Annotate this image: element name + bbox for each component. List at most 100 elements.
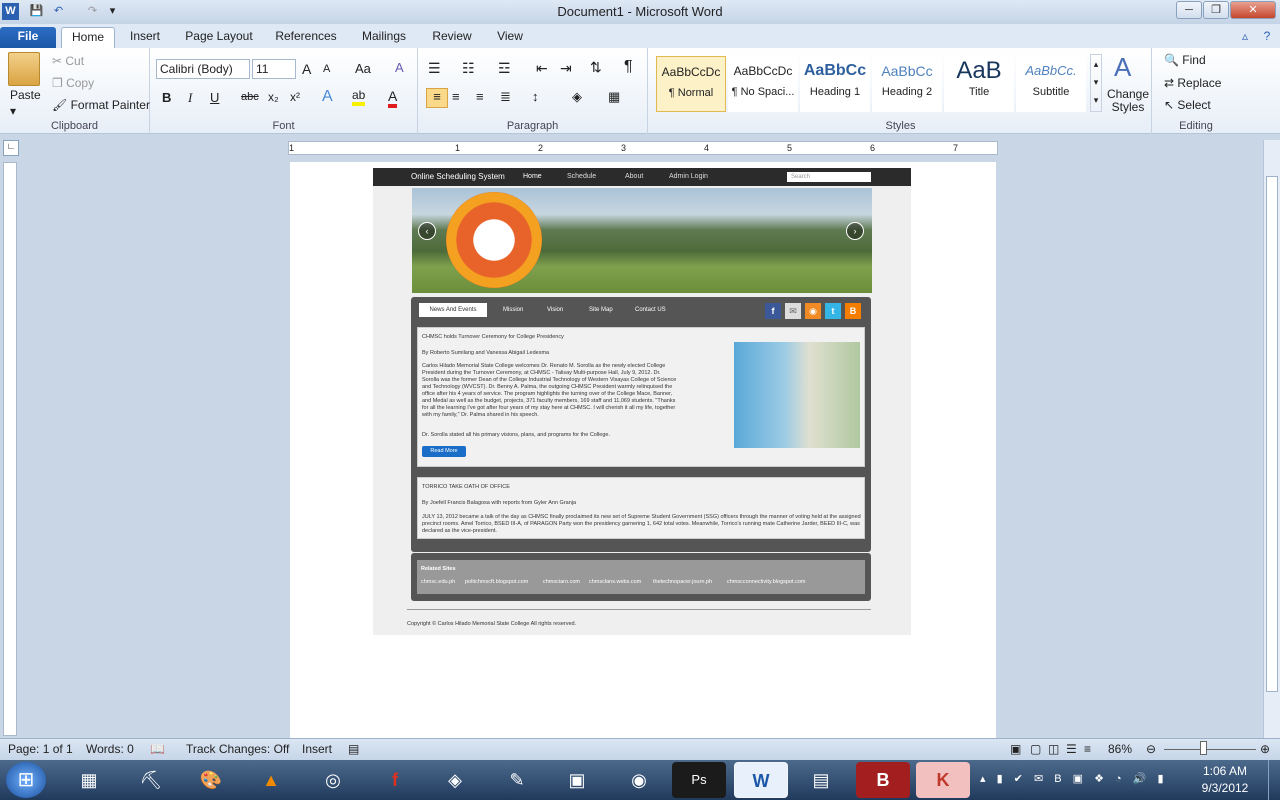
browser-icon[interactable]: ◉ (612, 762, 666, 798)
clock-time[interactable]: 1:06 AM (1190, 764, 1260, 778)
shrink-font-button[interactable]: A (323, 63, 330, 75)
system-tray-icons[interactable]: ▴ ▮ ✔ ✉ B ▣ ❖ ◔ 🔊 ▮ (980, 772, 1168, 785)
taskbar-app-7[interactable]: ◈ (428, 762, 482, 798)
help-icon[interactable]: ? (1258, 27, 1276, 48)
paint-icon[interactable]: 🎨 (184, 762, 238, 798)
taskbar-app-15[interactable]: K (916, 762, 970, 798)
tab-selector-icon[interactable]: ∟ (3, 140, 19, 156)
sort-icon[interactable]: ⇅ (590, 59, 602, 76)
show-desktop-button[interactable] (1268, 760, 1280, 800)
taskbar-app-9[interactable]: ▣ (550, 762, 604, 798)
zoom-in-icon[interactable]: ⊕ (1260, 742, 1270, 756)
tab-review[interactable]: Review (424, 27, 480, 48)
flash-icon[interactable]: f (368, 762, 422, 798)
text-effects-button[interactable]: A (322, 88, 333, 106)
multilevel-list-icon[interactable]: ☲ (498, 60, 511, 77)
change-styles-button[interactable]: Change Styles (1106, 88, 1150, 114)
proofing-icon[interactable]: 📖 (150, 742, 165, 756)
style-subtitle[interactable]: AaBbCc. Subtitle (1016, 56, 1086, 112)
tab-insert[interactable]: Insert (122, 27, 168, 48)
change-styles-icon[interactable]: A (1114, 52, 1131, 83)
highlight-button[interactable]: ab (352, 88, 366, 106)
zoom-out-icon[interactable]: ⊖ (1146, 742, 1156, 756)
paste-dropdown-icon[interactable]: ▾ (10, 104, 16, 118)
styles-scroll-icon[interactable]: ▴ ▾ ▾ (1090, 54, 1102, 112)
taskbar-app-8[interactable]: ✎ (490, 762, 544, 798)
align-center-icon[interactable]: ≡ (452, 89, 460, 104)
taskbar-app-1[interactable]: ▦ (62, 762, 116, 798)
taskbar-app-13[interactable]: ▤ (794, 762, 848, 798)
strikethrough-button[interactable]: abc (241, 91, 259, 103)
numbering-icon[interactable]: ☷ (462, 60, 475, 77)
font-size-box[interactable]: 11 (252, 59, 296, 79)
cut-button[interactable]: ✂ Cut (52, 54, 84, 68)
taskbar-app-14[interactable]: B (856, 762, 910, 798)
align-right-icon[interactable]: ≡ (476, 89, 484, 104)
copy-button[interactable]: ❐ Copy (52, 76, 94, 90)
line-spacing-icon[interactable]: ↕ (532, 89, 539, 104)
font-name-box[interactable]: Calibri (Body) (156, 59, 250, 79)
tab-references[interactable]: References (268, 27, 344, 48)
decrease-indent-icon[interactable]: ⇤ (536, 60, 548, 77)
bold-button[interactable]: B (162, 90, 171, 105)
page-count[interactable]: Page: 1 of 1 (8, 742, 73, 756)
zoom-slider-thumb[interactable] (1200, 741, 1207, 755)
minimize-button[interactable]: ─ (1176, 1, 1202, 19)
grow-font-button[interactable]: A (302, 61, 311, 77)
justify-icon[interactable]: ≣ (500, 89, 511, 105)
paste-button[interactable]: Paste (10, 88, 41, 102)
subscript-button[interactable]: x₂ (268, 90, 279, 104)
web-layout-icon[interactable]: ◫ (1048, 742, 1059, 756)
font-color-button[interactable]: A (388, 88, 398, 108)
show-formatting-button[interactable]: ¶ (624, 58, 633, 76)
scroll-thumb[interactable] (1266, 176, 1278, 692)
vertical-ruler[interactable] (3, 162, 17, 736)
borders-icon[interactable]: ▦ (608, 89, 620, 105)
style-heading-2[interactable]: AaBbCc Heading 2 (872, 56, 942, 112)
vertical-scrollbar[interactable] (1263, 140, 1280, 738)
clock-date[interactable]: 9/3/2012 (1190, 781, 1260, 795)
italic-button[interactable]: I (188, 90, 192, 106)
vlc-icon[interactable]: ▲ (244, 762, 298, 798)
taskbar-app-2[interactable]: ⛏ (124, 762, 178, 798)
minimize-ribbon-icon[interactable]: ▵ (1236, 27, 1254, 48)
style-heading-1[interactable]: AaBbCc Heading 1 (800, 56, 870, 112)
select-button[interactable]: ↖ Select (1164, 98, 1211, 112)
horizontal-ruler[interactable]: 1 1 2 3 4 5 6 7 (288, 141, 998, 155)
zoom-slider[interactable] (1164, 749, 1256, 750)
tab-home[interactable]: Home (61, 27, 115, 48)
taskbar-app-5[interactable]: ◎ (306, 762, 360, 798)
tab-page-layout[interactable]: Page Layout (178, 27, 260, 48)
format-painter-button[interactable]: 🖌 Format Painter (52, 98, 150, 112)
clear-formatting-button[interactable]: A (395, 60, 404, 75)
tab-file[interactable]: File (0, 27, 56, 48)
photoshop-icon[interactable]: Ps (672, 762, 726, 798)
close-button[interactable]: ✕ (1230, 1, 1276, 19)
find-button[interactable]: 🔍 Find (1164, 53, 1206, 67)
draft-icon[interactable]: ≡ (1084, 742, 1091, 756)
print-layout-icon[interactable]: ▣ (1010, 742, 1021, 756)
word-taskbar-icon[interactable]: W (734, 762, 788, 798)
word-count[interactable]: Words: 0 (86, 742, 134, 756)
change-case-button[interactable]: Aa (355, 61, 371, 76)
outline-icon[interactable]: ☰ (1066, 742, 1077, 756)
maximize-button[interactable]: ❐ (1203, 1, 1229, 19)
superscript-button[interactable]: x² (290, 90, 300, 104)
style-no-spacing[interactable]: AaBbCcDc ¶ No Spaci... (728, 56, 798, 112)
full-screen-icon[interactable]: ▢ (1030, 742, 1041, 756)
underline-button[interactable]: U (210, 90, 219, 105)
align-left-icon[interactable]: ≡ (426, 88, 448, 108)
style-title[interactable]: AaB Title (944, 56, 1014, 112)
tab-mailings[interactable]: Mailings (352, 27, 416, 48)
track-changes-status[interactable]: Track Changes: Off (186, 742, 289, 756)
shading-icon[interactable]: ◈ (572, 89, 582, 105)
replace-button[interactable]: ⇄ Replace (1164, 76, 1221, 90)
start-button[interactable]: ⊞ (6, 762, 46, 798)
increase-indent-icon[interactable]: ⇥ (560, 60, 572, 77)
tab-view[interactable]: View (488, 27, 532, 48)
paste-icon[interactable] (8, 52, 40, 86)
insert-mode[interactable]: Insert (302, 742, 332, 756)
style-normal[interactable]: AaBbCcDc ¶ Normal (656, 56, 726, 112)
bullets-icon[interactable]: ☰ (428, 60, 441, 77)
macro-icon[interactable]: ▤ (348, 742, 359, 756)
